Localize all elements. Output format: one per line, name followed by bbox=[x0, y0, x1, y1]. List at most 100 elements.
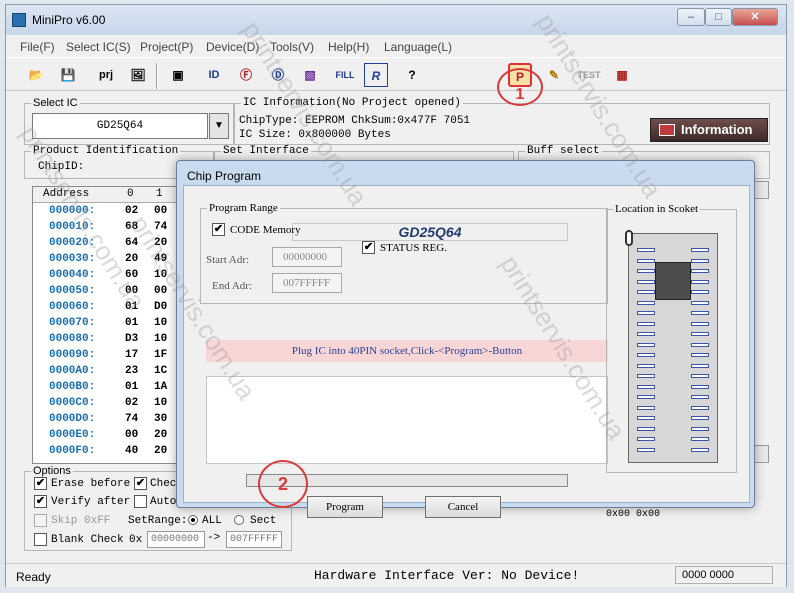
start-adr-input[interactable]: 00000000 bbox=[272, 247, 342, 267]
hex-row[interactable]: 000080: D3 10 bbox=[33, 332, 187, 348]
erase-icon[interactable]: ▧ bbox=[298, 63, 322, 87]
hex-address: 000080: bbox=[49, 333, 96, 345]
erase-before-checkbox[interactable]: ✔ bbox=[34, 477, 47, 490]
maximize-button[interactable]: □ bbox=[705, 8, 732, 26]
menu-help[interactable]: Help(H) bbox=[328, 40, 369, 54]
hex-byte: 30 bbox=[154, 413, 168, 425]
status-bar: Ready Hardware Interface Ver: No Device!… bbox=[6, 563, 786, 587]
end-adr-input[interactable]: 007FFFFF bbox=[272, 273, 342, 293]
hex-byte: 60 bbox=[125, 269, 139, 281]
project-icon[interactable]: prj bbox=[94, 63, 118, 87]
hex-byte: 20 bbox=[154, 445, 168, 457]
hex-row[interactable]: 0000C0: 02 10 bbox=[33, 396, 187, 412]
menu-tools[interactable]: Tools(V) bbox=[270, 40, 314, 54]
socket-pin bbox=[691, 321, 709, 326]
hex-byte: 00 bbox=[154, 285, 168, 297]
hex-address: 0000D0: bbox=[49, 413, 96, 425]
socket-pin bbox=[691, 416, 709, 420]
blank-check-label: Blank Check bbox=[51, 534, 124, 546]
hex-byte: 1A bbox=[154, 381, 168, 393]
hex-row[interactable]: 0000F0: 40 20 bbox=[33, 444, 187, 460]
hex-row[interactable]: 000030: 20 49 bbox=[33, 252, 187, 268]
socket-pin bbox=[637, 269, 655, 273]
hex-row[interactable]: 000000: 02 00 bbox=[33, 204, 187, 220]
hex-row[interactable]: 000010: 68 74 bbox=[33, 220, 187, 236]
status-text: Ready bbox=[16, 570, 51, 584]
hex-row[interactable]: 000040: 60 10 bbox=[33, 268, 187, 284]
hex-byte: 1F bbox=[154, 349, 168, 361]
menu-project[interactable]: Project(P) bbox=[140, 40, 193, 54]
socket-pin bbox=[691, 300, 709, 305]
chip-read-icon[interactable]: ▣ bbox=[166, 63, 190, 87]
menu-select-ic[interactable]: Select IC(S) bbox=[66, 40, 131, 54]
hex-row[interactable]: 000070: 01 10 bbox=[33, 316, 187, 332]
hex-address: 000040: bbox=[49, 269, 96, 281]
auto-checkbox[interactable] bbox=[134, 495, 147, 508]
hex-row[interactable]: 0000A0: 23 1C bbox=[33, 364, 187, 380]
open-icon[interactable]: 📂 bbox=[24, 63, 48, 87]
buff-select-title: Buff select bbox=[525, 145, 602, 157]
scroll-up-button[interactable] bbox=[753, 181, 769, 199]
range-sect-radio[interactable] bbox=[234, 515, 244, 525]
minimize-button[interactable]: – bbox=[677, 8, 705, 26]
hex-table[interactable]: Address 0 1 000000: 02 00 000010: 68 74 000020… bbox=[32, 186, 188, 464]
dialog-log[interactable] bbox=[206, 376, 608, 464]
socket-pin bbox=[691, 342, 709, 347]
read-id-icon[interactable]: ID bbox=[202, 63, 226, 87]
menu-file[interactable]: File(F) bbox=[20, 40, 55, 54]
erase-before-label: Erase before bbox=[51, 478, 131, 490]
verify-after-checkbox[interactable]: ✔ bbox=[34, 495, 47, 508]
ic-info-title: IC Information(No Project opened) bbox=[241, 97, 463, 109]
range-start-input[interactable]: 00000000 bbox=[147, 531, 205, 548]
skip-0xff-label: Skip 0xFF bbox=[51, 515, 111, 527]
product-id-title: Product Identification bbox=[31, 145, 181, 157]
socket-pin bbox=[691, 447, 709, 452]
hex-row[interactable]: 0000B0: 01 1A bbox=[33, 380, 187, 396]
menu-device[interactable]: Device(D) bbox=[206, 40, 259, 54]
callout-1: 1 bbox=[497, 68, 543, 106]
test-icon[interactable]: TEST bbox=[574, 63, 604, 87]
hex-byte: 74 bbox=[125, 413, 139, 425]
socket-pin bbox=[637, 311, 655, 315]
help-icon[interactable]: ? bbox=[400, 63, 424, 87]
hex-row[interactable]: 000050: 00 00 bbox=[33, 284, 187, 300]
fill-icon[interactable]: FILL bbox=[330, 63, 360, 87]
check-checkbox[interactable]: ✔ bbox=[134, 477, 147, 490]
chevron-down-icon[interactable]: ▼ bbox=[209, 113, 229, 139]
skip-0xff-checkbox[interactable] bbox=[34, 514, 47, 527]
range-end-input[interactable]: 007FFFFF bbox=[226, 531, 282, 548]
hex-byte: 10 bbox=[154, 397, 168, 409]
scroll-down-button[interactable] bbox=[753, 445, 769, 463]
hex-row[interactable]: 0000E0: 00 20 bbox=[33, 428, 187, 444]
right-panel-values: 0x00 0x00 bbox=[606, 509, 661, 520]
code-memory-checkbox[interactable]: ✔ bbox=[212, 223, 225, 236]
hex-row[interactable]: 000060: 01 D0 bbox=[33, 300, 187, 316]
chip-icon[interactable]: ▦ bbox=[610, 63, 634, 87]
hex-row[interactable]: 0000D0: 74 30 bbox=[33, 412, 187, 428]
range-all-radio[interactable] bbox=[188, 515, 198, 525]
menu-language[interactable]: Language(L) bbox=[384, 40, 452, 54]
select-ic-combo[interactable]: GD25Q64 bbox=[32, 113, 208, 139]
program-button[interactable]: Program bbox=[307, 496, 383, 518]
hex-address: 0000C0: bbox=[49, 397, 96, 409]
hex-row[interactable]: 000090: 17 1F bbox=[33, 348, 187, 364]
dialog-title: Chip Program bbox=[187, 169, 262, 183]
close-button[interactable]: ✕ bbox=[732, 8, 778, 26]
hex-byte: 64 bbox=[125, 237, 139, 249]
verify-icon[interactable]: Ⓓ bbox=[266, 63, 290, 87]
status-reg-checkbox[interactable]: ✔ bbox=[362, 241, 375, 254]
end-adr-label: End Adr: bbox=[212, 280, 253, 292]
hex-byte: D3 bbox=[125, 333, 139, 345]
socket-pin bbox=[691, 332, 709, 336]
hex-row[interactable]: 000020: 64 20 bbox=[33, 236, 187, 252]
save-project-icon[interactable]: 🖼 bbox=[126, 63, 150, 87]
edit-icon[interactable]: ✎ bbox=[542, 63, 566, 87]
save-icon[interactable]: 💾 bbox=[56, 63, 80, 87]
hex-byte: 00 bbox=[125, 429, 139, 441]
read-icon[interactable]: Ⓕ bbox=[234, 63, 258, 87]
blank-check-checkbox[interactable] bbox=[34, 533, 47, 546]
r-icon[interactable]: R bbox=[364, 63, 388, 87]
cancel-button[interactable]: Cancel bbox=[425, 496, 501, 518]
information-button[interactable]: Information bbox=[650, 118, 768, 142]
hex-byte: 20 bbox=[125, 253, 139, 265]
